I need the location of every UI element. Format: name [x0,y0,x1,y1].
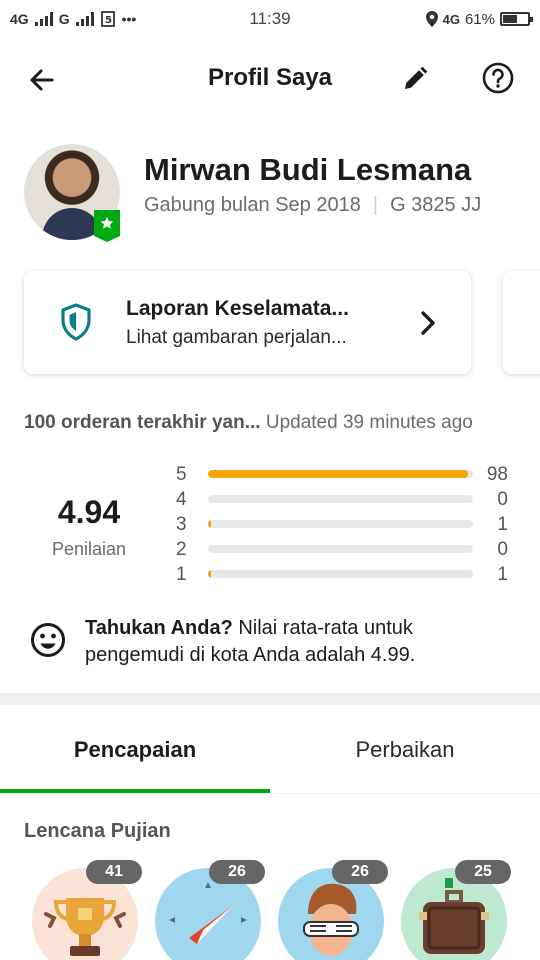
pencil-icon [405,66,428,89]
app-header: Profil Saya [0,50,540,108]
star-label: 3 [176,514,187,535]
status-time: 11:39 [249,9,291,28]
profile-avatar-container [24,144,120,242]
driver-name: Mirwan Budi Lesmana [144,152,472,187]
chevron-right-icon [421,311,435,335]
page-title: Profil Saya [207,64,333,91]
compliment-badge-suitcase[interactable]: 25 [393,860,523,960]
rating-row-4: 4 0 [176,487,516,512]
rating-bar-track [208,570,473,578]
rating-bar-track [208,545,473,553]
tab-pencapaian[interactable]: Pencapaian [0,705,270,795]
compliment-badge-compass[interactable]: 26 [147,860,277,960]
rating-count: 1 [497,564,508,585]
rating-row-5: 5 98 [176,462,516,487]
star-label: 5 [176,464,187,485]
safety-report-subtitle: Lihat gambaran perjalan... [126,327,347,348]
tip-title: Tahukan Anda? [85,617,233,639]
driver-meta: Gabung bulan Sep 2018 | G 3825 JJ [144,194,481,217]
join-date: Gabung bulan Sep 2018 [144,194,361,216]
status-bar: 4G G 5 ••• 11:39 4G 61% [0,0,540,38]
rating-bar-fill [208,470,468,478]
star-label: 2 [176,539,187,560]
compliment-count: 26 [209,860,265,884]
compliment-count: 25 [455,860,511,884]
rating-row-3: 3 1 [176,512,516,537]
avatar-shirt [42,208,102,240]
compliments-title: Lencana Pujian [24,820,171,842]
rating-period-label: 100 orderan terakhir yan... [24,412,261,433]
rating-breakdown: 5 98 4 0 3 1 2 0 1 1 [176,462,516,587]
meta-separator: | [372,194,379,216]
next-card-peek[interactable] [503,271,540,374]
vehicle-plate: G 3825 JJ [390,194,482,216]
rating-bar-track [208,495,473,503]
tab-divider [0,793,540,794]
safety-report-title: Laporan Keselamata... [126,297,349,320]
compliment-badge-trophy[interactable]: 41 [24,860,154,960]
rating-tip: Tahukan Anda? Nilai rata-rata untuk peng… [85,615,505,669]
rating-count: 0 [497,539,508,560]
rating-row-2: 2 0 [176,537,516,562]
battery-icon [500,12,533,26]
rating-bar-fill [208,570,212,578]
star-label: 1 [176,564,187,585]
rating-header: 100 orderan terakhir yan... Updated 39 m… [24,412,473,434]
rating-bar-fill [208,520,212,528]
compliment-count: 41 [86,860,142,884]
tab-perbaikan[interactable]: Perbaikan [270,705,540,795]
shield-icon [61,303,91,341]
rating-row-1: 1 1 [176,562,516,587]
compliment-count: 26 [332,860,388,884]
battery-fill [503,15,517,23]
star-badge-icon [94,210,120,242]
edit-profile-button[interactable] [400,64,430,94]
compliment-badge-cool[interactable]: 26 [270,860,400,960]
rating-updated-label: Updated 39 minutes ago [265,412,473,433]
rating-label: Penilaian [51,539,127,559]
rating-bar-track [208,520,473,528]
section-divider [0,693,540,705]
rating-count: 0 [497,489,508,510]
question-circle-icon [482,62,514,94]
rating-count: 98 [486,464,508,485]
help-button[interactable] [482,62,514,94]
rating-bar-track [208,470,473,478]
safety-report-card[interactable]: Laporan Keselamata... Lihat gambaran per… [24,271,471,374]
smiley-icon [31,623,65,657]
rating-count: 1 [497,514,508,535]
average-rating: 4.94 [57,494,121,530]
star-label: 4 [176,489,187,510]
